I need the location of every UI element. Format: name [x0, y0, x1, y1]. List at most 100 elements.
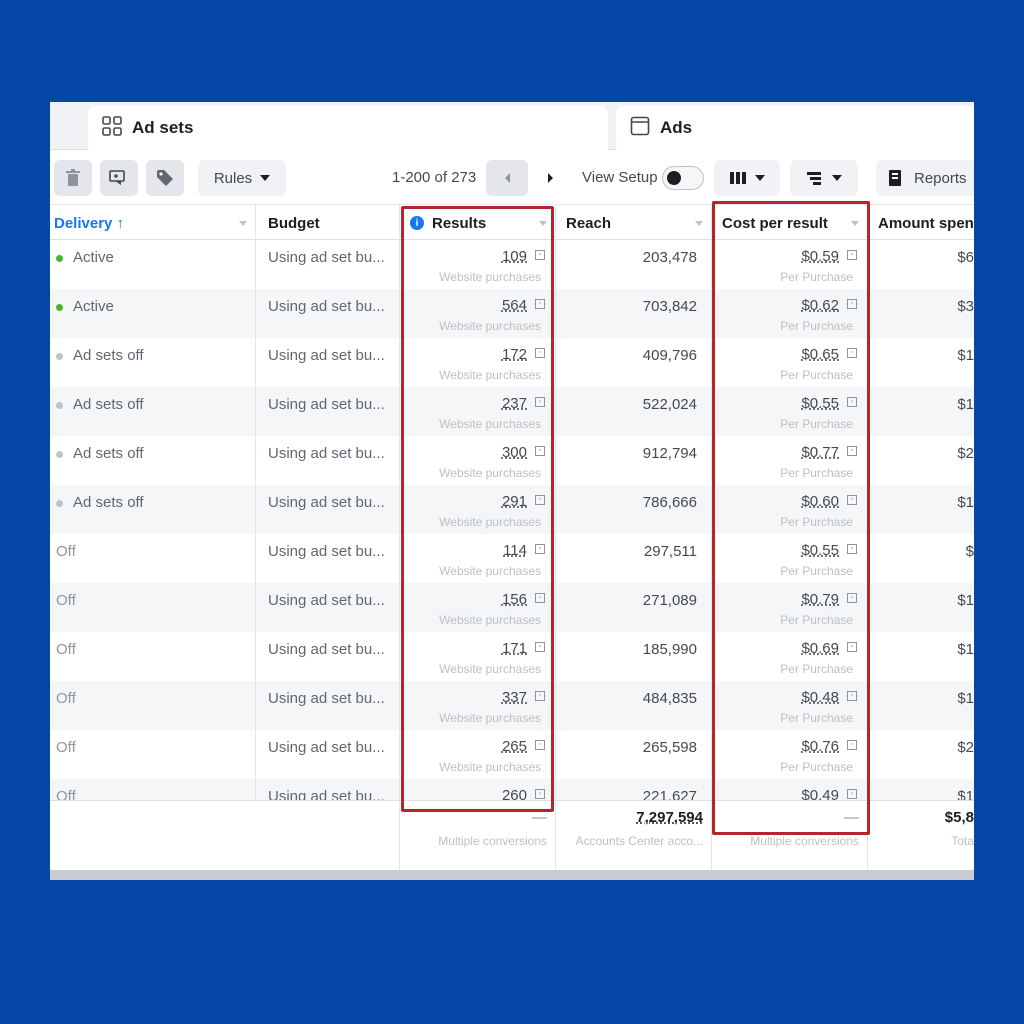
table-row[interactable]: Off Using ad set bu... 156 ▫ Website purchas…	[50, 583, 974, 632]
sort-caret-icon	[239, 221, 247, 226]
cpr-number: $0.77	[801, 444, 839, 461]
tab-ad-sets-label: Ad sets	[132, 118, 194, 137]
table-row[interactable]: Active Using ad set bu... 564 ▫ Website purc…	[50, 289, 974, 338]
cost-per-result-cell: $0.60 ▫ Per Purchase	[712, 485, 868, 534]
table-row[interactable]: Ad sets off Using ad set bu... 172 ▫ Website…	[50, 338, 974, 387]
results-value[interactable]: 291 ▫	[502, 493, 545, 510]
results-value[interactable]: 564 ▫	[502, 297, 545, 314]
cpr-value[interactable]: $0.76 ▫	[801, 738, 857, 755]
results-number: 337	[501, 689, 527, 706]
delete-button[interactable]	[54, 160, 92, 196]
table-row[interactable]: Ad sets off Using ad set bu... 237 ▫ Website…	[50, 387, 974, 436]
results-value[interactable]: 109 ▫	[502, 248, 545, 265]
amount-spent-cell: $6	[868, 240, 974, 289]
cpr-number: $0.55	[801, 395, 839, 412]
results-number: 156	[501, 591, 527, 608]
results-cell: 337 ▫ Website purchases	[400, 681, 556, 730]
results-value[interactable]: 172 ▫	[502, 346, 545, 363]
results-value[interactable]: 156 ▫	[501, 591, 545, 608]
cpr-value[interactable]: $0.59 ▫	[801, 248, 857, 265]
table-row[interactable]: Ad sets off Using ad set bu... 291 ▫ Website…	[50, 485, 974, 534]
reports-button[interactable]: Reports	[876, 160, 974, 196]
horizontal-scrollbar[interactable]	[50, 870, 974, 880]
compare-icon: ▫	[535, 642, 545, 652]
column-header-cost-per-result[interactable]: Cost per result	[712, 205, 868, 241]
reach-value: 912,794	[642, 445, 697, 462]
prev-page-button[interactable]	[486, 160, 528, 196]
results-cell: 172 ▫ Website purchases	[400, 338, 556, 387]
results-cell: 156 ▫ Website purchases	[400, 583, 556, 632]
cpr-value[interactable]: $0.77 ▫	[801, 444, 857, 461]
footer-spacer	[50, 801, 400, 871]
reach-cell: 484,835	[556, 681, 712, 730]
results-value[interactable]: 171 ▫	[502, 640, 545, 657]
ab-test-button[interactable]	[100, 160, 138, 196]
results-value[interactable]: 260 ▫	[502, 787, 545, 800]
info-icon[interactable]: i	[410, 216, 424, 230]
delivery-status: Off	[56, 641, 76, 658]
table-row[interactable]: Off Using ad set bu... 265 ▫ Website purchas…	[50, 730, 974, 779]
amount-value: $6	[957, 249, 974, 266]
cpr-value[interactable]: $0.48 ▫	[801, 689, 857, 706]
delivery-cell: Active	[50, 240, 256, 289]
results-value[interactable]: 337 ▫	[501, 689, 545, 706]
column-header-amount-spent[interactable]: Amount spent	[868, 205, 974, 241]
table-row[interactable]: OffUsing ad set bu...260▫Website purchas…	[50, 779, 974, 800]
cpr-value[interactable]: $0.60 ▫	[801, 493, 857, 510]
compare-icon: ▫	[847, 593, 857, 603]
results-value[interactable]: 265 ▫	[502, 738, 545, 755]
column-header-budget[interactable]: Budget	[256, 205, 400, 241]
cpr-value[interactable]: $0.79 ▫	[801, 591, 857, 608]
amount-value: $3	[957, 298, 974, 315]
column-header-results[interactable]: i Results	[400, 205, 556, 241]
results-subtext: Website purchases	[439, 319, 541, 333]
table-row[interactable]: Active Using ad set bu... 109 ▫ Website purc…	[50, 240, 974, 289]
tab-ad-sets[interactable]: Ad sets	[88, 106, 608, 150]
table-row[interactable]: Off Using ad set bu... 337 ▫ Website purchas…	[50, 681, 974, 730]
amount-spent-cell: $2	[868, 730, 974, 779]
cpr-value[interactable]: $0.49 ▫	[801, 787, 857, 800]
status-dot-icon	[56, 402, 63, 409]
amount-value: $1	[957, 396, 974, 413]
column-header-reach[interactable]: Reach	[556, 205, 712, 241]
table-row[interactable]: Off Using ad set bu... 114 ▫ Website purchas…	[50, 534, 974, 583]
delivery-cell: Off	[50, 681, 256, 730]
next-page-button[interactable]	[530, 160, 572, 196]
cpr-value[interactable]: $0.62 ▫	[801, 297, 857, 314]
cpr-value[interactable]: $0.69 ▫	[801, 640, 857, 657]
compare-icon: ▫	[847, 250, 857, 260]
reach-value: 265,598	[642, 739, 697, 756]
results-subtext: Website purchases	[439, 270, 541, 284]
cpr-value[interactable]: $0.65 ▫	[801, 346, 857, 363]
compare-icon: ▫	[535, 544, 545, 554]
cpr-subtext: Per Purchase	[780, 466, 853, 480]
columns-dropdown[interactable]	[714, 160, 780, 196]
cpr-value[interactable]: $0.55 ▫	[801, 395, 857, 412]
results-value[interactable]: 114 ▫	[503, 542, 545, 559]
chevron-down-icon	[832, 175, 842, 181]
reach-value: 221,627	[642, 788, 697, 800]
reports-icon	[888, 169, 904, 187]
cpr-number: $0.59	[801, 248, 839, 265]
tab-ads[interactable]: Ads	[616, 106, 974, 150]
view-setup-toggle[interactable]	[662, 166, 704, 190]
column-header-delivery[interactable]: Delivery ↑	[50, 205, 256, 241]
results-value[interactable]: 300 ▫	[502, 444, 545, 461]
rules-dropdown[interactable]: Rules	[198, 160, 286, 196]
reach-header-label: Reach	[566, 214, 612, 232]
reach-cell: 185,990	[556, 632, 712, 681]
cpr-value[interactable]: $0.55 ▫	[801, 542, 857, 559]
budget-value: Using ad set bu...	[268, 641, 385, 658]
reach-cell: 409,796	[556, 338, 712, 387]
table-row[interactable]: Off Using ad set bu... 171 ▫ Website purchas…	[50, 632, 974, 681]
cost-per-result-cell: $0.65 ▫ Per Purchase	[712, 338, 868, 387]
sort-caret-icon	[695, 221, 703, 226]
results-value[interactable]: 237 ▫	[502, 395, 545, 412]
tag-button[interactable]	[146, 160, 184, 196]
chevron-down-icon	[260, 175, 271, 181]
breakdown-dropdown[interactable]	[790, 160, 858, 196]
table-row[interactable]: Ad sets off Using ad set bu... 300 ▫ Website…	[50, 436, 974, 485]
toggle-knob	[667, 171, 681, 185]
footer-cpr-sub: Multiple conversions	[750, 834, 859, 848]
footer-results: — Multiple conversions	[400, 801, 556, 871]
